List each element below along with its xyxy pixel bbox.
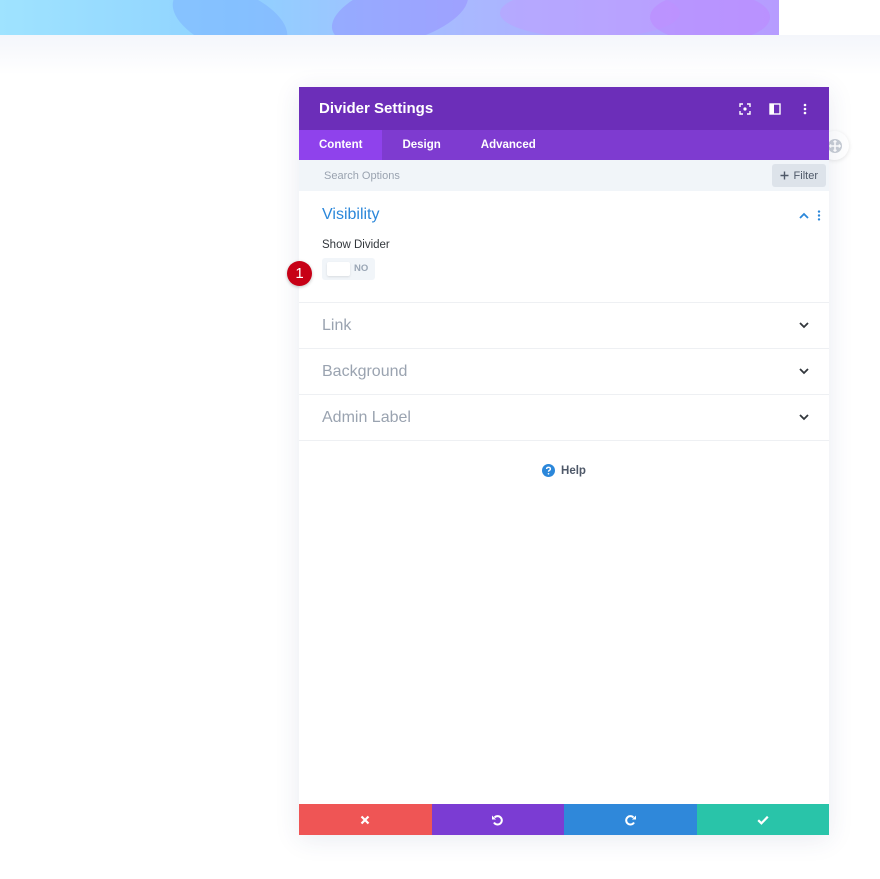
tab-design[interactable]: Design [382,130,460,160]
search-bar: Filter [299,160,829,191]
undo-button[interactable] [431,804,564,835]
hero-flower-shape [163,0,297,35]
hero-flower-shape [650,0,770,35]
save-button[interactable] [696,804,829,835]
modal-footer [299,804,829,835]
section-title-admin-label: Admin Label [322,408,411,426]
more-vertical-icon[interactable] [797,101,813,117]
show-divider-toggle[interactable]: NO [322,258,375,280]
chevron-up-icon[interactable] [799,212,809,219]
close-icon [360,815,370,824]
plus-icon [780,171,789,180]
section-link[interactable]: Link [299,303,829,349]
tab-content[interactable]: Content [299,130,383,160]
field-label-show-divider: Show Divider [322,239,390,251]
chevron-down-icon [799,322,809,329]
search-input[interactable] [322,168,772,183]
tab-bar: Content Design Advanced [299,130,829,160]
hero-flower-shape [324,0,476,35]
redo-button[interactable] [564,804,697,835]
settings-modal: Divider Settings Content Design Advanced… [287,87,829,835]
toggle-state-label: NO [354,263,369,274]
modal-title: Divider Settings [319,100,434,117]
section-visibility: Visibility Show Divider NO 1 [287,191,829,303]
split-view-icon[interactable] [767,101,783,117]
undo-icon [492,814,504,825]
page-shadow-band [0,35,880,75]
chevron-down-icon [799,414,809,421]
help-label: Help [561,464,586,477]
fullscreen-icon[interactable] [737,101,753,117]
toggle-knob [327,262,350,276]
section-admin-label[interactable]: Admin Label [299,395,829,441]
tab-advanced[interactable]: Advanced [461,130,556,160]
section-title-visibility[interactable]: Visibility [322,206,829,224]
section-title-background: Background [322,362,408,380]
help-link[interactable]: Help [299,464,829,477]
hero-background-strip [0,0,779,35]
question-icon [542,464,556,477]
filter-label: Filter [793,169,818,182]
check-icon [757,815,769,825]
modal-header: Divider Settings [299,87,829,130]
more-vertical-icon[interactable] [817,210,821,221]
chevron-down-icon [799,368,809,375]
step-marker-badge: 1 [287,261,312,286]
section-background[interactable]: Background [299,349,829,395]
redo-icon [624,814,636,825]
section-title-link: Link [322,316,352,334]
cancel-button[interactable] [299,804,432,835]
filter-button[interactable]: Filter [771,164,826,187]
